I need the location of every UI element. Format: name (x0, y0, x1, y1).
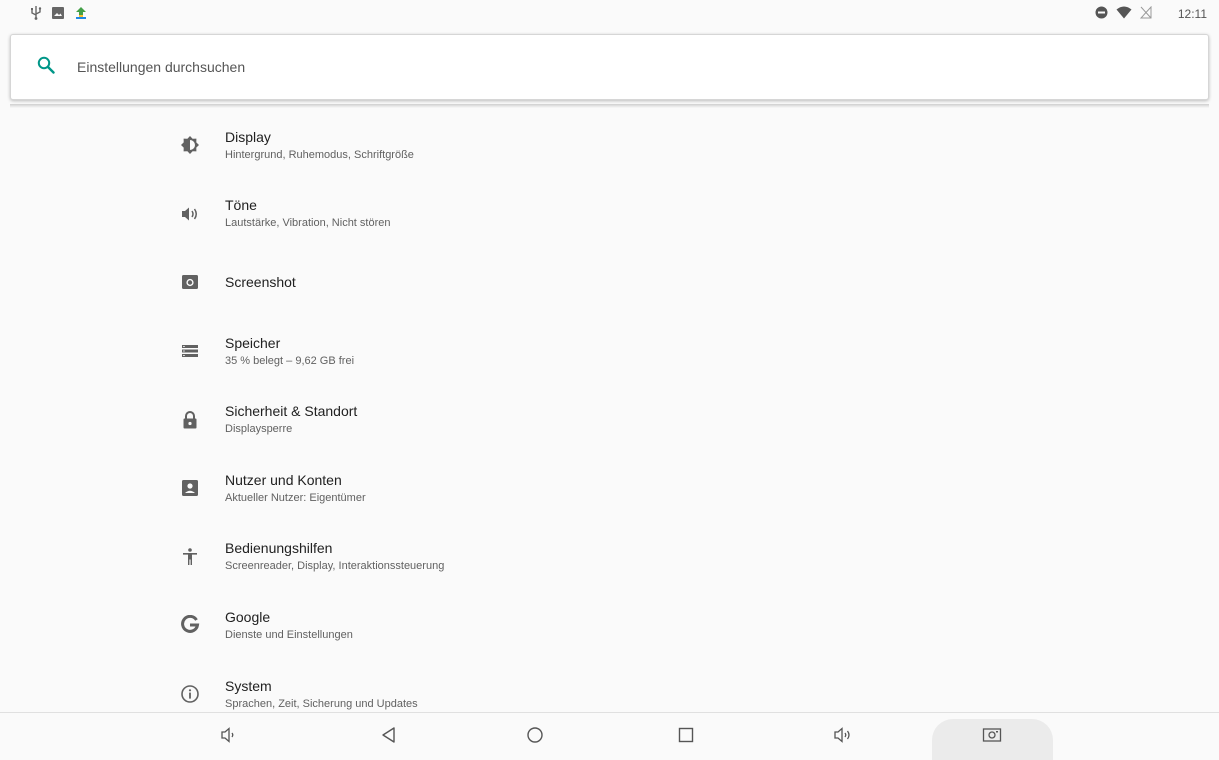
settings-item-text: Display Hintergrund, Ruhemodus, Schriftg… (225, 128, 414, 163)
settings-item-text: Screenshot (225, 273, 296, 291)
settings-item-text: Speicher 35 % belegt – 9,62 GB frei (225, 334, 354, 369)
volume-up-icon (832, 725, 854, 750)
camera-icon (178, 270, 202, 294)
volume-down-button[interactable] (199, 713, 259, 760)
recents-button[interactable] (656, 713, 716, 760)
settings-item-text: Nutzer und Konten Aktueller Nutzer: Eige… (225, 471, 366, 506)
storage-icon (178, 339, 202, 363)
settings-item-subtitle: Screenreader, Display, Interaktionssteue… (225, 560, 445, 573)
no-sim-icon (1139, 5, 1152, 22)
recents-icon (676, 725, 696, 750)
settings-item-title: Speicher (225, 334, 281, 351)
settings-item-text: Sicherheit & Standort Displaysperre (225, 402, 357, 437)
settings-item-text: Töne Lautstärke, Vibration, Nicht stören (225, 196, 391, 231)
settings-item-subtitle: Displaysperre (225, 423, 293, 436)
search-icon[interactable] (37, 56, 55, 79)
search-input[interactable] (77, 59, 677, 75)
settings-item-text: Google Dienste und Einstellungen (225, 608, 353, 643)
settings-item-subtitle: Lautstärke, Vibration, Nicht stören (225, 217, 391, 230)
google-icon (178, 613, 202, 637)
settings-item-title: Bedienungshilfen (225, 540, 333, 557)
account-icon (178, 476, 202, 500)
navigation-bar (0, 712, 1219, 760)
wifi-icon (1116, 6, 1132, 22)
search-shadow (10, 104, 1209, 108)
settings-item-title: Display (225, 128, 271, 145)
settings-item-title: Töne (225, 197, 257, 214)
settings-item-subtitle: 35 % belegt – 9,62 GB frei (225, 354, 355, 367)
screenshot-icon (981, 725, 1003, 750)
status-bar: 12:11 (0, 0, 1219, 28)
settings-item-security[interactable]: Sicherheit & Standort Displaysperre (0, 385, 1219, 454)
lock-icon (178, 408, 202, 432)
accessibility-icon (178, 545, 202, 569)
usb-icon (30, 5, 42, 23)
settings-item-screenshot[interactable]: Screenshot (0, 248, 1219, 317)
settings-item-storage[interactable]: Speicher 35 % belegt – 9,62 GB frei (0, 317, 1219, 386)
status-time: 12:11 (1177, 7, 1207, 21)
back-button[interactable] (359, 713, 419, 760)
app-notification-icon (74, 6, 88, 23)
settings-item-title: Google (225, 608, 271, 625)
settings-item-accounts[interactable]: Nutzer und Konten Aktueller Nutzer: Eige… (0, 454, 1219, 523)
settings-list: Display Hintergrund, Ruhemodus, Schriftg… (0, 111, 1219, 728)
search-bar[interactable] (10, 34, 1209, 100)
image-icon (52, 6, 64, 22)
settings-item-sound[interactable]: Töne Lautstärke, Vibration, Nicht stören (0, 180, 1219, 249)
settings-item-subtitle: Dienste und Einstellungen (225, 628, 353, 641)
home-button[interactable] (505, 713, 565, 760)
do-not-disturb-icon (1095, 6, 1108, 22)
status-left-icons (30, 5, 88, 23)
settings-item-display[interactable]: Display Hintergrund, Ruhemodus, Schriftg… (0, 111, 1219, 180)
settings-item-title: System (225, 677, 272, 694)
status-right-icons: 12:11 (1095, 5, 1207, 22)
settings-item-title: Nutzer und Konten (225, 471, 342, 488)
info-icon (178, 682, 202, 706)
brightness-icon (178, 133, 202, 157)
volume-up-button[interactable] (813, 713, 873, 760)
settings-item-title: Screenshot (225, 274, 296, 291)
home-icon (525, 725, 545, 750)
back-icon (379, 725, 399, 750)
settings-item-accessibility[interactable]: Bedienungshilfen Screenreader, Display, … (0, 523, 1219, 592)
settings-item-subtitle: Hintergrund, Ruhemodus, Schriftgröße (225, 148, 414, 161)
screenshot-button[interactable] (962, 713, 1022, 760)
settings-item-text: System Sprachen, Zeit, Sicherung und Upd… (225, 677, 418, 712)
volume-down-icon (219, 725, 239, 750)
volume-icon (178, 202, 202, 226)
settings-item-subtitle: Sprachen, Zeit, Sicherung und Updates (225, 697, 418, 710)
settings-item-google[interactable]: Google Dienste und Einstellungen (0, 591, 1219, 660)
settings-item-title: Sicherheit & Standort (225, 403, 358, 420)
settings-item-text: Bedienungshilfen Screenreader, Display, … (225, 539, 444, 574)
settings-item-subtitle: Aktueller Nutzer: Eigentümer (225, 491, 366, 504)
